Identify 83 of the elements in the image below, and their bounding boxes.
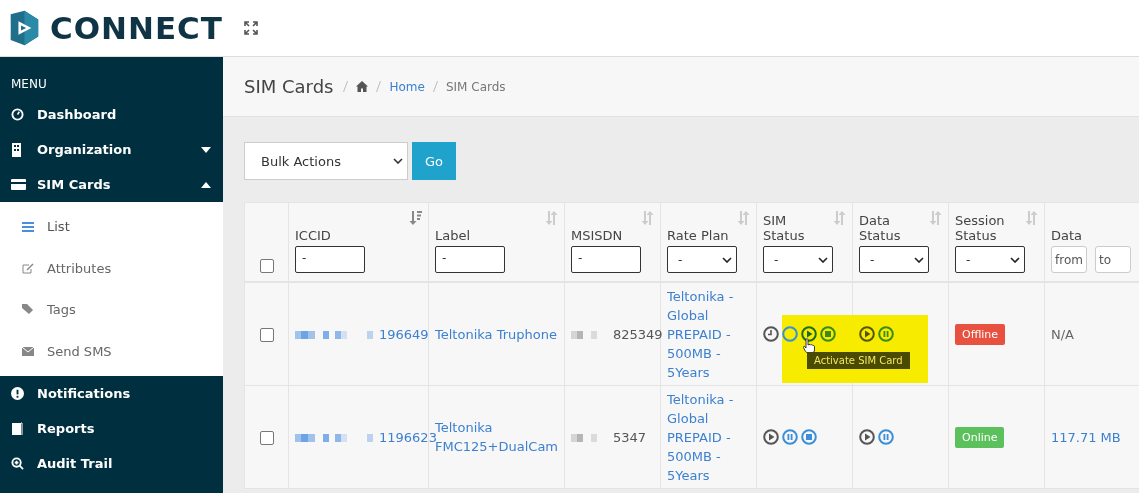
building-icon: [11, 142, 22, 157]
stop-circle-icon[interactable]: [801, 429, 817, 445]
nav-item[interactable]: Notifications: [0, 376, 223, 411]
submenu-item[interactable]: Tags: [0, 289, 223, 331]
pause-circle-icon[interactable]: [782, 429, 798, 445]
fullscreen-icon[interactable]: [244, 21, 258, 35]
column-header: Label: [435, 228, 472, 243]
play-circle-icon[interactable]: [859, 429, 875, 445]
column-header: SIM Status: [763, 213, 806, 243]
filter-select[interactable]: -: [763, 246, 833, 273]
bulk-actions-select[interactable]: Bulk Actions: [244, 142, 408, 180]
status-badge: Online: [955, 426, 1005, 448]
pixelated-redaction-drawing: [571, 434, 599, 442]
status-badge: Offline: [955, 323, 1006, 345]
label-link[interactable]: Teltonika Truphone: [435, 324, 557, 344]
envelope-icon: [22, 346, 34, 356]
filter-input[interactable]: -: [435, 246, 505, 273]
brand-name: CONNECT: [49, 10, 223, 46]
chevron-icon: [914, 256, 924, 263]
nav-item[interactable]: Reports: [0, 411, 223, 446]
submenu-item[interactable]: Attributes: [0, 247, 223, 289]
slash-icon: [343, 81, 349, 92]
chevron-icon: [393, 158, 403, 164]
pixelated-redaction-drawing: [571, 331, 599, 339]
edit-icon: [22, 262, 34, 274]
submenu-item[interactable]: List: [0, 206, 223, 248]
iccid-link[interactable]: 1196623: [379, 429, 437, 445]
book-icon: [11, 421, 23, 436]
column-header: Session Status: [955, 213, 1006, 243]
chevron-icon: [818, 256, 828, 263]
chevron-icon: [722, 256, 732, 263]
caret-icon: [201, 181, 211, 188]
logo-icon: [9, 8, 40, 48]
filter-select[interactable]: -: [955, 246, 1025, 273]
row-checkbox[interactable]: [259, 430, 274, 445]
menu-heading: MENU: [10, 76, 48, 93]
select-all-checkbox[interactable]: [259, 259, 274, 273]
filter-input[interactable]: -: [571, 246, 641, 273]
data-usage-text: N/A: [1051, 326, 1074, 342]
nav-item[interactable]: SIM Cards: [0, 167, 223, 202]
range-input[interactable]: to: [1095, 246, 1131, 273]
card-icon: [11, 179, 26, 190]
gauge-icon: [11, 108, 24, 121]
alert-icon: [11, 387, 24, 400]
home-icon[interactable]: [356, 81, 369, 92]
list-icon: [22, 221, 34, 232]
chevron-icon: [1010, 256, 1020, 263]
column-header: MSISDN: [571, 228, 624, 243]
stop-circle-icon[interactable]: [820, 326, 836, 342]
submenu-item[interactable]: Send SMS: [0, 330, 223, 372]
tooltip: Activate SIM Card: [807, 352, 910, 369]
data-usage-link[interactable]: 117.71 MB: [1051, 427, 1121, 447]
clock-circle-icon[interactable]: [763, 326, 779, 342]
page-title: SIM Cards: [244, 76, 334, 97]
row-checkbox[interactable]: [259, 327, 274, 342]
caret-icon: [201, 146, 211, 153]
iccid-link[interactable]: 196649: [379, 326, 429, 342]
play-circle-icon[interactable]: [801, 326, 817, 342]
pause-circle-icon[interactable]: [878, 326, 894, 342]
slash-icon: [376, 81, 382, 92]
hand-cursor-icon: [803, 338, 815, 353]
nav-item[interactable]: Organization: [0, 132, 223, 167]
msisdn-text: 5347: [613, 429, 647, 445]
msisdn-text: 825349: [613, 326, 663, 342]
play-circle-icon[interactable]: [859, 326, 875, 342]
filter-input[interactable]: -: [295, 246, 365, 273]
zoom-in-icon: [11, 457, 24, 470]
filter-select[interactable]: -: [667, 246, 737, 273]
column-header: Rate Plan: [667, 228, 730, 243]
play-circle-icon[interactable]: [763, 429, 779, 445]
filter-select[interactable]: -: [859, 246, 929, 273]
column-header: Data Status: [859, 213, 902, 243]
pause-circle-icon[interactable]: [878, 429, 894, 445]
nav-item[interactable]: Dashboard: [0, 97, 223, 132]
sort-descending-icon[interactable]: [409, 211, 422, 225]
range-input[interactable]: from: [1051, 246, 1087, 273]
nav-item[interactable]: Audit Trail: [0, 446, 223, 481]
tag-icon: [22, 304, 34, 316]
breadcrumb-link[interactable]: Home: [389, 79, 425, 94]
column-header: Data: [1051, 228, 1084, 243]
breadcrumb-current: SIM Cards: [445, 79, 506, 94]
slash-icon: [432, 81, 438, 92]
column-header: ICCID: [295, 228, 332, 243]
